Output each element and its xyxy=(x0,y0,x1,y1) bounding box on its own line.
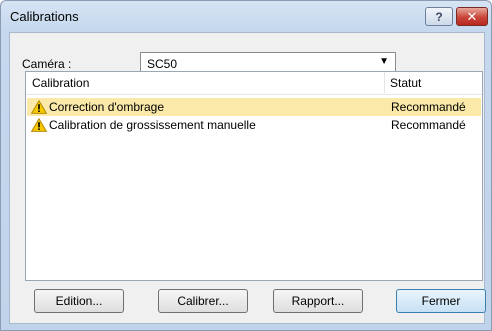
chevron-down-icon: ▼ xyxy=(379,56,389,67)
rapport-button[interactable]: Rapport... xyxy=(273,289,363,313)
help-button[interactable]: ? xyxy=(425,7,453,26)
column-divider[interactable] xyxy=(384,72,385,93)
calibration-status: Recommandé xyxy=(391,100,466,114)
window-title: Calibrations xyxy=(10,9,79,24)
list-row[interactable]: Correction d'ombrage Recommandé xyxy=(27,98,481,116)
close-icon: ✕ xyxy=(466,8,478,24)
calibration-name: Calibration de grossissement manuelle xyxy=(49,118,256,132)
calibrations-dialog: Calibrations ? ✕ Caméra : SC50 ▼ Calibra… xyxy=(0,0,492,331)
column-header-statut[interactable]: Statut xyxy=(390,76,421,90)
calibrer-button-label: Calibrer... xyxy=(177,294,229,308)
close-button[interactable]: ✕ xyxy=(456,7,488,26)
help-icon: ? xyxy=(435,9,443,24)
camera-select-value: SC50 xyxy=(147,57,178,71)
camera-label: Caméra : xyxy=(22,57,72,71)
column-header-calibration[interactable]: Calibration xyxy=(32,76,89,90)
rapport-button-label: Rapport... xyxy=(291,294,345,308)
warning-icon xyxy=(31,118,47,132)
calibration-name: Correction d'ombrage xyxy=(49,100,165,114)
title-bar[interactable]: Calibrations ? ✕ xyxy=(1,1,491,31)
calibration-status: Recommandé xyxy=(391,118,466,132)
list-row[interactable]: Calibration de grossissement manuelle Re… xyxy=(27,116,481,134)
calibrer-button[interactable]: Calibrer... xyxy=(158,289,248,313)
fermer-button[interactable]: Fermer xyxy=(396,289,486,313)
edition-button[interactable]: Edition... xyxy=(34,289,124,313)
edition-button-label: Edition... xyxy=(55,294,103,308)
calibration-list[interactable]: Calibration Statut Correction d'ombrage … xyxy=(25,71,483,281)
list-header: Calibration Statut xyxy=(26,72,482,95)
fermer-button-label: Fermer xyxy=(421,294,461,308)
warning-icon xyxy=(31,100,47,114)
